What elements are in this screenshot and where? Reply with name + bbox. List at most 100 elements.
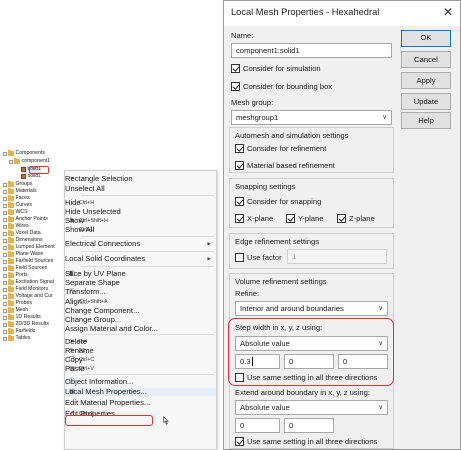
name-field[interactable]: component1:solid1	[231, 43, 392, 58]
extend-mode-select[interactable]: Absolute value ∨	[235, 400, 388, 415]
expand-icon[interactable]	[3, 266, 7, 271]
menu-item[interactable]: ⌖ Rectangle Selection	[65, 175, 216, 183]
tree-item[interactable]: Excitation Signal	[3, 279, 54, 286]
expand-icon[interactable]	[3, 315, 7, 320]
material-refinement-checkbox[interactable]: Material based refinement	[235, 161, 335, 170]
menu-item[interactable]: Hide Unselected	[65, 208, 216, 216]
extend-y-field[interactable]: 0	[284, 418, 334, 433]
update-button[interactable]: Update	[401, 93, 451, 110]
menu-item[interactable]: Unselect All	[65, 185, 216, 193]
expand-icon[interactable]	[3, 224, 7, 229]
extend-mode-value: Absolute value	[240, 403, 290, 412]
tree-item[interactable]: Plane Wave	[3, 251, 43, 258]
consider-bounding-box-checkbox[interactable]: Consider for bounding box	[231, 82, 332, 91]
tree-item[interactable]: Voxel Data	[3, 230, 41, 237]
apply-button[interactable]: Apply	[401, 72, 451, 89]
menu-item[interactable]: Show All Ctrl+U	[65, 226, 216, 234]
tree-item[interactable]: Components	[3, 150, 45, 157]
tree-item[interactable]: Lumped Element	[3, 244, 55, 251]
expand-icon[interactable]	[3, 231, 7, 236]
y-plane-checkbox[interactable]: Y-plane	[286, 214, 323, 223]
extend-same-setting-checkbox[interactable]: Use same setting in all three directions	[235, 437, 377, 446]
expand-icon[interactable]	[3, 210, 7, 215]
tree-item[interactable]: Probes	[3, 300, 32, 307]
close-icon[interactable]: ✕	[443, 5, 453, 19]
expand-icon[interactable]	[3, 151, 7, 156]
expand-icon[interactable]	[3, 182, 7, 187]
use-factor-checkbox[interactable]: Use factor	[235, 253, 282, 262]
expand-icon[interactable]	[3, 252, 7, 257]
tree-item[interactable]: Anchor Points	[3, 216, 48, 223]
menu-item[interactable]: ◌ Hide Ctrl+H	[65, 199, 216, 207]
tree-item[interactable]: Materials	[3, 188, 37, 195]
expand-icon[interactable]	[3, 329, 7, 334]
tree-item[interactable]: Curves	[3, 202, 32, 209]
tree-item[interactable]: Wires	[3, 223, 29, 230]
tree-item[interactable]: component1	[9, 158, 50, 165]
factor-field[interactable]: 1	[287, 249, 387, 264]
tree-item[interactable]: Farfield Sources	[3, 258, 53, 265]
expand-icon[interactable]	[3, 259, 7, 264]
expand-icon[interactable]	[3, 189, 7, 194]
menu-item[interactable]: ❐ Copy Ctrl+C	[65, 356, 216, 364]
menu-item[interactable]: Edit Material Properties...	[65, 399, 216, 407]
consider-refinement-checkbox[interactable]: Consider for refinement	[235, 144, 326, 153]
menu-item[interactable]: ⇱ Transform...	[65, 288, 216, 296]
expand-icon[interactable]	[9, 159, 13, 164]
folder-icon	[8, 265, 14, 271]
expand-icon[interactable]	[3, 238, 7, 243]
x-plane-checkbox[interactable]: X-plane	[235, 214, 273, 223]
menu-item[interactable]: Local Solid Coordinates ▶	[65, 255, 216, 263]
menu-item[interactable]: ⫶ Align... Ctrl+Shift+A	[65, 298, 216, 306]
expand-icon[interactable]	[3, 245, 7, 250]
menu-item[interactable]: Assign Material and Color...	[65, 325, 216, 333]
consider-snapping-checkbox[interactable]: Consider for snapping	[235, 197, 321, 206]
expand-icon[interactable]	[3, 294, 7, 299]
expand-icon[interactable]	[3, 217, 7, 222]
expand-icon[interactable]	[3, 301, 7, 306]
tree-item[interactable]: Tables	[3, 335, 31, 342]
expand-icon[interactable]	[3, 203, 7, 208]
expand-icon[interactable]	[3, 196, 7, 201]
tree-item[interactable]: Faces	[3, 195, 30, 202]
tree-item[interactable]: 1D Results	[3, 314, 41, 321]
expand-icon[interactable]	[3, 280, 7, 285]
tree-item[interactable]: Field Monitors	[3, 286, 48, 293]
tree-item[interactable]: Mesh	[3, 307, 28, 314]
extend-x-field[interactable]: 0	[235, 418, 280, 433]
menu-item[interactable]: ✕ Delete Del	[65, 338, 216, 346]
tree-item[interactable]: Groups	[3, 181, 33, 188]
expand-icon[interactable]	[3, 336, 7, 341]
menu-item[interactable]: ✎ Rename F2	[65, 347, 216, 355]
menu-item[interactable]: Electrical Connections ▶	[65, 240, 216, 248]
tree-item[interactable]: 2D/3D Results	[3, 321, 49, 328]
tree-item[interactable]: Farfields	[3, 328, 35, 335]
tree-item[interactable]: Voltage and Cur	[3, 293, 53, 300]
menu-item-label: Paste	[65, 364, 85, 373]
expand-icon[interactable]	[3, 322, 7, 327]
cancel-button[interactable]: Cancel	[401, 51, 451, 68]
menu-item[interactable]: Separate Shape	[65, 279, 216, 287]
tree-item[interactable]: WCS	[3, 209, 28, 216]
tree-item[interactable]: Ports	[3, 272, 28, 279]
tree-item[interactable]: Dimensions	[3, 237, 43, 244]
expand-icon[interactable]	[3, 287, 7, 292]
menu-item-label: Edit Material Properties...	[65, 398, 151, 407]
z-plane-checkbox[interactable]: Z-plane	[337, 214, 375, 223]
menu-item[interactable]: ◧ Slice by UV Plane	[65, 270, 216, 278]
menu-item[interactable]: Change Component...	[65, 307, 216, 315]
expand-icon[interactable]	[3, 308, 7, 313]
mesh-group-select[interactable]: meshgroup1 ∨	[231, 110, 392, 125]
menu-item[interactable]: ⓘ Object Information...	[65, 378, 216, 386]
help-button[interactable]: Help	[401, 112, 451, 129]
expand-icon[interactable]	[3, 273, 7, 278]
tree-item[interactable]: Field Sources	[3, 265, 47, 272]
refine-select[interactable]: Interior and around boundaries ∨	[235, 301, 388, 316]
menu-item[interactable]: Change Group...	[65, 316, 216, 324]
ok-button[interactable]: OK	[401, 30, 451, 47]
menu-item[interactable]: ◉ Show Ctrl+Shift+H	[65, 217, 216, 225]
menu-item[interactable]: ▤ Paste Ctrl+V	[65, 365, 216, 373]
tree-item[interactable]: solid1	[21, 173, 41, 180]
consider-simulation-checkbox[interactable]: Consider for simulation	[231, 64, 321, 73]
menu-item[interactable]: ▦ Local Mesh Properties...	[65, 388, 216, 396]
